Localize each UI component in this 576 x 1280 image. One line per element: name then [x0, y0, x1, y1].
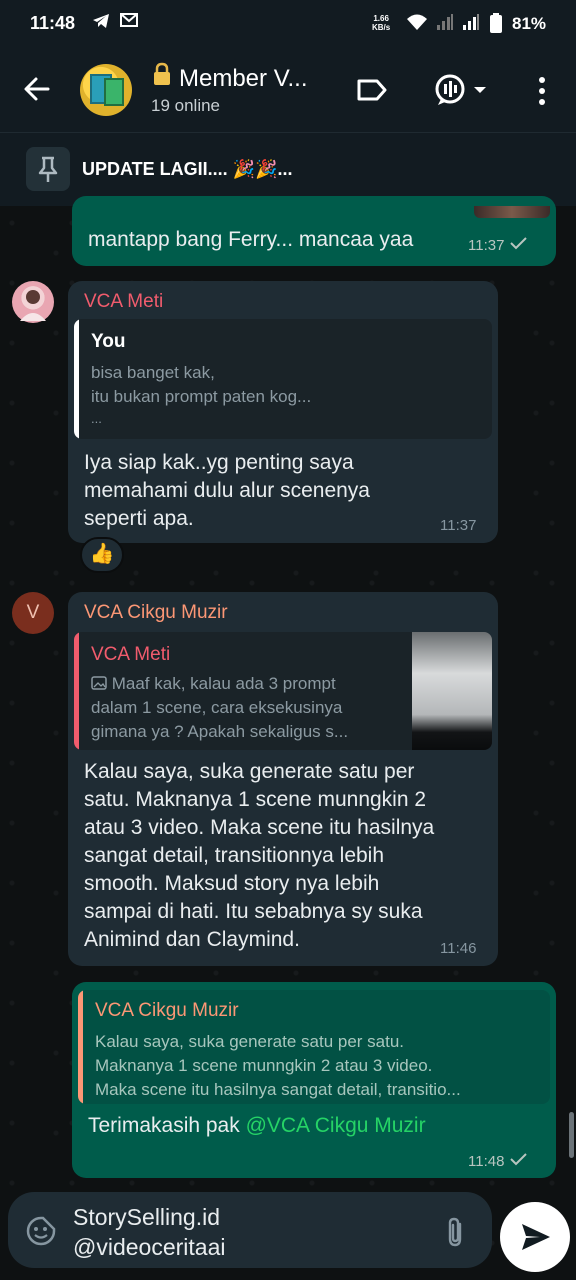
mention-link[interactable]: @VCA Cikgu Muzir [246, 1114, 426, 1137]
sender-name[interactable]: VCA Cikgu Muzir [84, 602, 228, 624]
status-time: 11:48 [30, 13, 76, 33]
more-vert-icon[interactable] [532, 74, 552, 108]
sticker-icon[interactable] [26, 1216, 56, 1246]
chevron-down-icon [474, 87, 486, 93]
media-thumbnail [474, 206, 550, 218]
read-check-icon [509, 1153, 527, 1166]
status-bar: 11:48 1.66 KB/s 81% [0, 0, 576, 48]
message-time: 11:37 [468, 236, 529, 254]
outgoing-message-1[interactable]: mantapp bang Ferry... mancaa yaa 11:37 [72, 196, 556, 266]
incoming-message-3[interactable]: VCA Cikgu Muzir VCA Meti Maaf kak, kalau… [68, 592, 498, 966]
quoted-message[interactable]: VCA Meti Maaf kak, kalau ada 3 prompt da… [74, 632, 492, 750]
message-time: 11:46 [440, 940, 477, 957]
attach-icon[interactable] [444, 1216, 468, 1248]
outgoing-message-4[interactable]: VCA Cikgu Muzir Kalau saya, suka generat… [72, 982, 556, 1178]
reaction-thumbs-up[interactable]: 👍 [80, 537, 124, 573]
sender-name[interactable]: VCA Meti [84, 291, 163, 313]
avatar-letter[interactable]: V [12, 592, 54, 634]
online-count: 19 online [151, 96, 221, 115]
message-input[interactable]: StorySelling.id @videoceritaai [73, 1202, 225, 1262]
network-speed: 1.66 KB/s [372, 14, 391, 32]
chat-title[interactable]: Member V... [151, 62, 308, 93]
label-icon[interactable] [356, 76, 388, 104]
read-check-icon [509, 237, 527, 250]
message-time: 11:37 [440, 517, 477, 534]
quoted-message[interactable]: VCA Cikgu Muzir Kalau saya, suka generat… [78, 990, 550, 1104]
telegram-icon [92, 13, 110, 34]
message-composer[interactable]: StorySelling.id @videoceritaai [8, 1192, 492, 1268]
send-button[interactable] [500, 1202, 570, 1272]
pinned-text: UPDATE LAGII.... 🎉🎉... [82, 159, 293, 179]
message-text: Iya siap kak..yg penting saya memahami d… [84, 451, 370, 530]
image-icon [91, 676, 107, 690]
quoted-image-thumbnail [412, 632, 492, 750]
battery-percentage: 81% [512, 14, 547, 33]
message-text: Kalau saya, suka generate satu per satu.… [84, 760, 435, 951]
quoted-message[interactable]: You bisa banget kak, itu bukan prompt pa… [74, 319, 492, 439]
avatar[interactable] [12, 281, 54, 323]
wifi-icon [406, 13, 428, 36]
pinned-message[interactable]: UPDATE LAGII.... 🎉🎉... [0, 132, 576, 206]
message-text: mantapp bang Ferry... mancaa yaa [88, 228, 414, 251]
scrollbar[interactable] [569, 1112, 574, 1158]
battery-icon [490, 13, 502, 38]
lock-icon [151, 62, 173, 93]
voice-chat-button[interactable] [434, 72, 490, 108]
incoming-message-2[interactable]: VCA Meti You bisa banget kak, itu bukan … [68, 281, 498, 543]
gmail-icon [120, 13, 138, 32]
message-time: 11:48 [468, 1152, 529, 1170]
chat-header: Member V... 19 online [0, 48, 576, 132]
send-icon [522, 1224, 550, 1250]
pin-icon [26, 147, 70, 191]
back-arrow-icon[interactable] [20, 72, 54, 106]
message-text: Terimakasih pak @VCA Cikgu Muzir [88, 1114, 426, 1137]
group-avatar[interactable] [80, 64, 132, 116]
signal-icon [436, 13, 454, 36]
signal-icon-2 [462, 13, 480, 36]
